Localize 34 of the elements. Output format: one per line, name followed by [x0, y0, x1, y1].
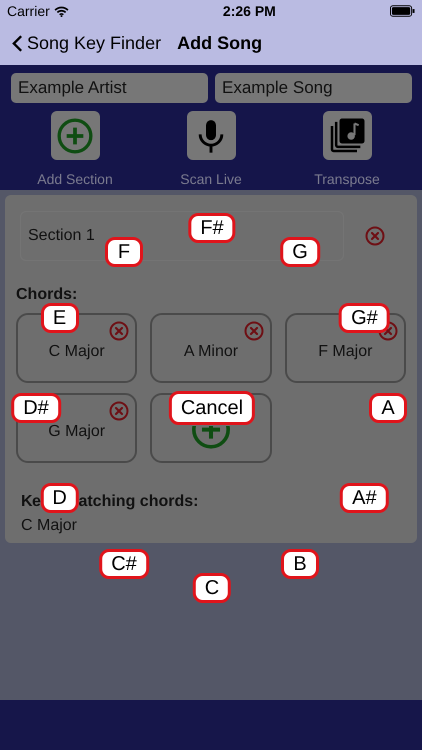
- key-button[interactable]: G: [280, 237, 320, 268]
- key-button[interactable]: G#: [339, 303, 390, 333]
- key-button[interactable]: A#: [340, 483, 389, 513]
- key-label: atching chords:: [78, 492, 198, 512]
- chords-label: Chords:: [16, 285, 78, 305]
- status-time: 2:26 PM: [222, 2, 276, 20]
- key-button[interactable]: D: [40, 483, 79, 513]
- add-icon: [192, 426, 230, 449]
- text-field[interactable]: Example Artist: [11, 73, 208, 103]
- toolbar-button[interactable]: Add Section: [11, 111, 139, 190]
- key-button[interactable]: C: [192, 573, 232, 603]
- transpose-icon: [322, 111, 372, 160]
- key-button[interactable]: A: [369, 393, 407, 423]
- cancel-button[interactable]: Cancel: [168, 391, 256, 425]
- key-label: Ke: [21, 492, 40, 512]
- back-button[interactable]: Song Key Finder: [12, 30, 162, 57]
- carrier-label: Carrier: [7, 2, 50, 20]
- key-button[interactable]: F: [105, 237, 143, 268]
- key-button[interactable]: E: [40, 303, 79, 333]
- key-value: C Major: [21, 516, 78, 536]
- add-icon: [50, 111, 100, 160]
- battery-icon: [390, 5, 415, 17]
- key-button[interactable]: C#: [99, 548, 149, 579]
- key-button[interactable]: B: [281, 548, 319, 579]
- chord-tile[interactable]: A Minor: [150, 313, 272, 383]
- wifi-icon: [54, 6, 69, 16]
- text-field[interactable]: Example Song: [215, 73, 412, 103]
- page-title: Add Song: [177, 32, 262, 55]
- mic-icon: [186, 111, 236, 160]
- toolbar-button[interactable]: Scan Live: [147, 111, 275, 190]
- key-button[interactable]: F#: [188, 213, 236, 243]
- chevron-left-icon: [12, 34, 23, 53]
- key-button[interactable]: D#: [11, 393, 61, 423]
- toolbar-button[interactable]: Transpose: [283, 111, 411, 190]
